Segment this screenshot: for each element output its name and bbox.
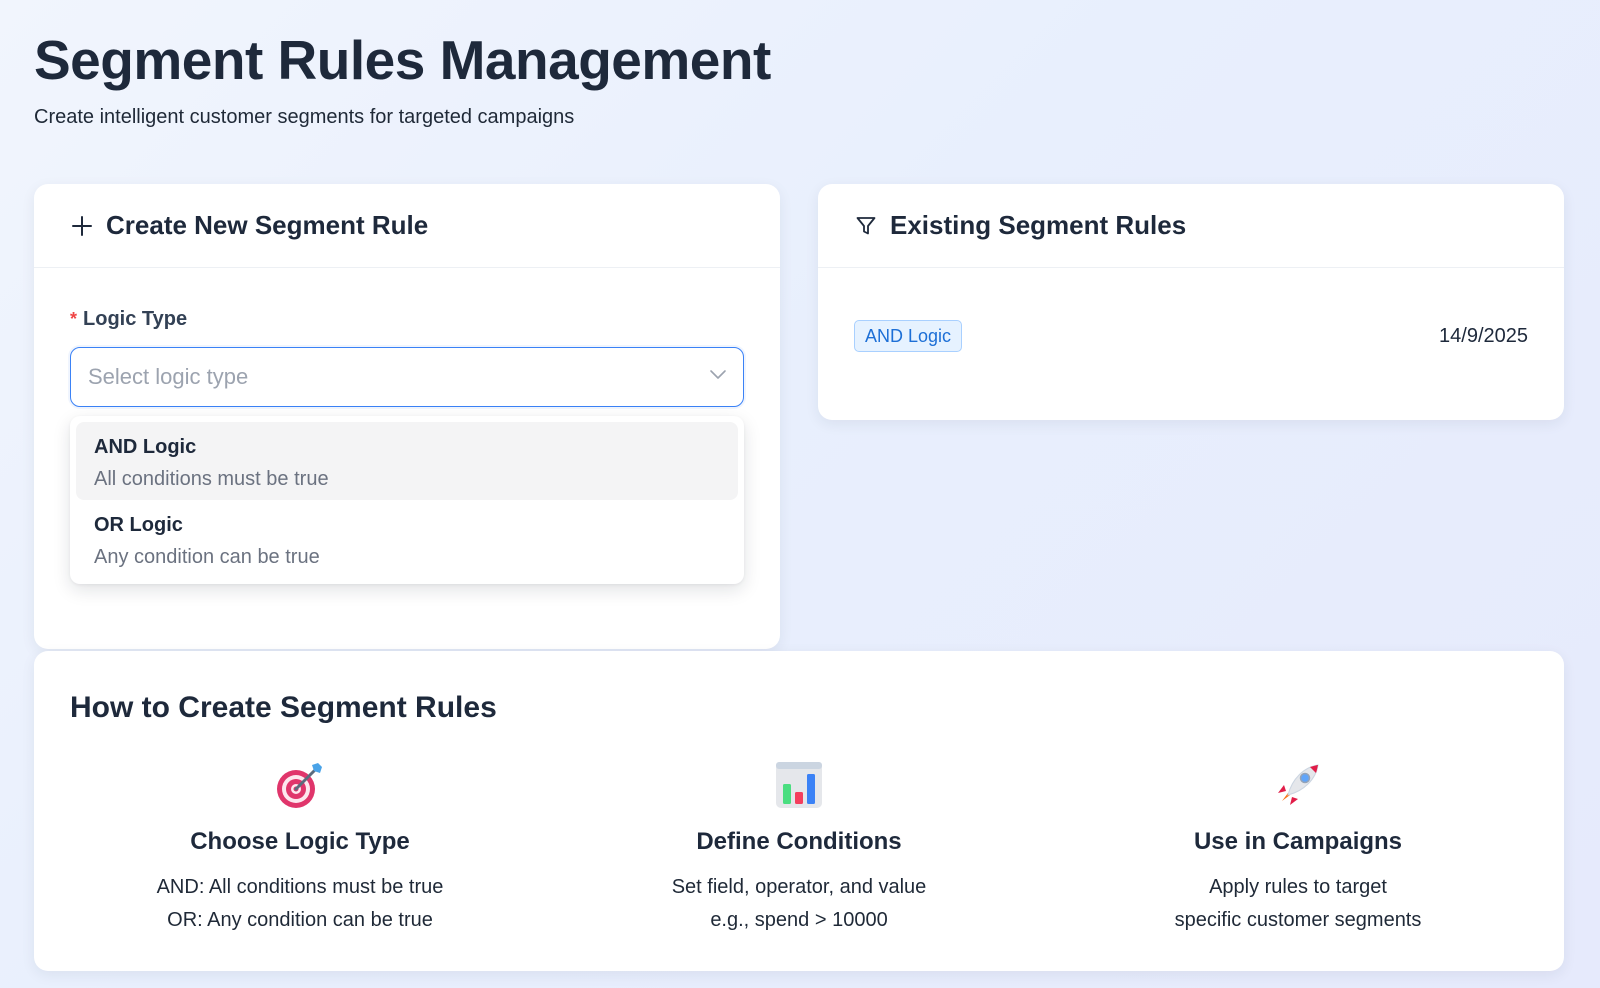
step-title: Choose Logic Type [190,828,410,855]
step-description-line: Set field, operator, and value [671,876,927,898]
step-description: Set field, operator, and value e.g., spe… [569,871,1029,937]
existing-rules-card: Existing Segment Rules AND Logic 14/9/20… [818,184,1564,420]
step-description-line: specific customer segments [1174,909,1422,931]
rule-row[interactable]: AND Logic 14/9/2025 [818,268,1564,352]
logic-type-select[interactable]: Select logic type [70,347,744,407]
chevron-down-icon [709,368,727,386]
step-define-conditions: Define Conditions Set field, operator, a… [569,759,1029,937]
option-or-logic[interactable]: OR Logic Any condition can be true [76,500,738,578]
option-description: Any condition can be true [94,546,320,568]
step-title: Define Conditions [696,828,902,855]
page-title: Segment Rules Management [34,29,771,91]
howto-steps: Choose Logic Type AND: All conditions mu… [34,759,1564,959]
required-mark: * [70,309,78,329]
create-rule-form: * Logic Type Select logic type [34,268,780,407]
create-rule-card: Create New Segment Rule * Logic Type Sel… [34,184,780,649]
step-description-line: Apply rules to target [1209,876,1387,898]
step-use-campaigns: Use in Campaigns Apply rules to target s… [1068,759,1528,937]
step-description-line: OR: Any condition can be true [167,909,433,931]
rule-date: 14/9/2025 [1439,324,1528,347]
bar-chart-icon [569,759,1029,811]
existing-rules-title: Existing Segment Rules [890,210,1187,240]
step-description-line: e.g., spend > 10000 [710,909,888,931]
step-description: AND: All conditions must be true OR: Any… [70,871,530,937]
step-choose-logic: Choose Logic Type AND: All conditions mu… [70,759,530,937]
option-title: OR Logic [94,514,183,536]
logic-type-dropdown: AND Logic All conditions must be true OR… [70,416,744,584]
logic-type-placeholder: Select logic type [88,364,249,389]
rocket-icon [1068,759,1528,811]
logic-tag: AND Logic [854,320,963,352]
plus-icon [70,214,94,238]
step-description: Apply rules to target specific customer … [1068,871,1528,937]
step-title: Use in Campaigns [1193,828,1403,855]
option-description: All conditions must be true [94,468,329,490]
howto-card: How to Create Segment Rules Choose Logic… [34,651,1564,971]
create-rule-title: Create New Segment Rule [106,210,429,240]
page-header: Segment Rules Management Create intellig… [34,28,771,130]
target-icon [70,759,530,811]
logic-type-label: * Logic Type [70,308,744,331]
filter-icon [854,214,878,238]
create-rule-card-header: Create New Segment Rule [34,184,780,268]
option-and-logic[interactable]: AND Logic All conditions must be true [76,422,738,500]
option-title: AND Logic [94,436,197,458]
step-description-line: AND: All conditions must be true [156,876,444,898]
page-subtitle: Create intelligent customer segments for… [34,106,575,128]
howto-title: How to Create Segment Rules [70,691,497,724]
logic-type-label-text: Logic Type [83,308,188,330]
existing-rules-card-header: Existing Segment Rules [818,184,1564,268]
